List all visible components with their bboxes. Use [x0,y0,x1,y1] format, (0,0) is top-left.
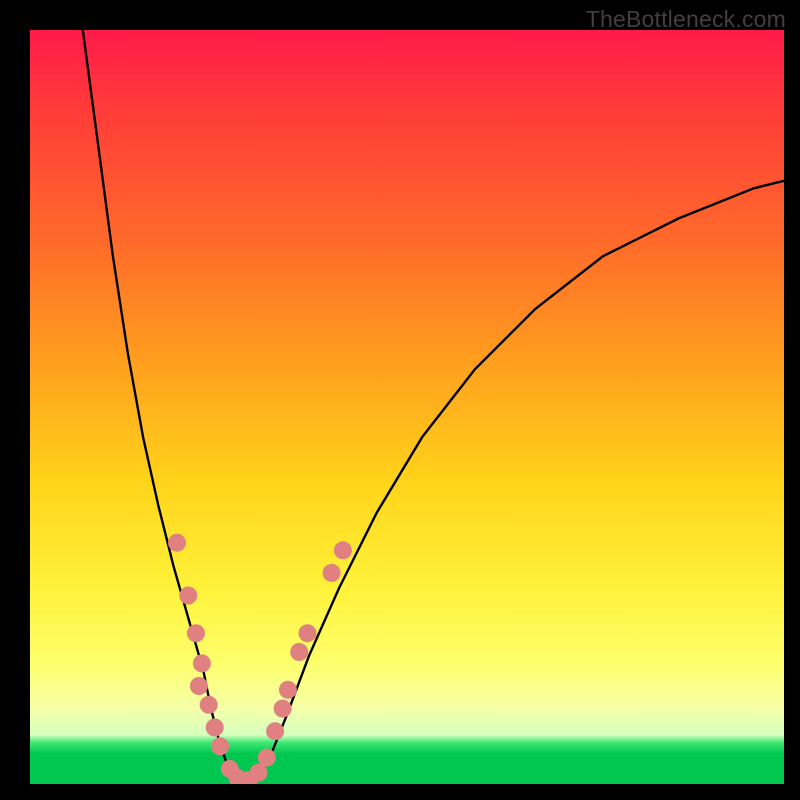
curve-marker [168,534,186,552]
curve-marker [206,719,224,737]
curve-marker [279,681,297,699]
curve-marker [299,624,317,642]
curve-marker [334,541,352,559]
curve-marker [323,564,341,582]
curve-marker [250,764,268,782]
curve-marker [200,696,218,714]
curve-marker [187,624,205,642]
curve-marker [290,643,308,661]
curve-markers [168,534,352,784]
curve-marker [179,587,197,605]
bottleneck-curve [83,30,784,784]
chart-svg [30,30,784,784]
plot-area [30,30,784,784]
curve-marker [211,737,229,755]
curve-marker [193,654,211,672]
curve-marker [274,700,292,718]
curve-marker [258,749,276,767]
curve-marker [190,677,208,695]
chart-frame: TheBottleneck.com [0,0,800,800]
curve-marker [266,722,284,740]
watermark-text: TheBottleneck.com [586,6,786,33]
